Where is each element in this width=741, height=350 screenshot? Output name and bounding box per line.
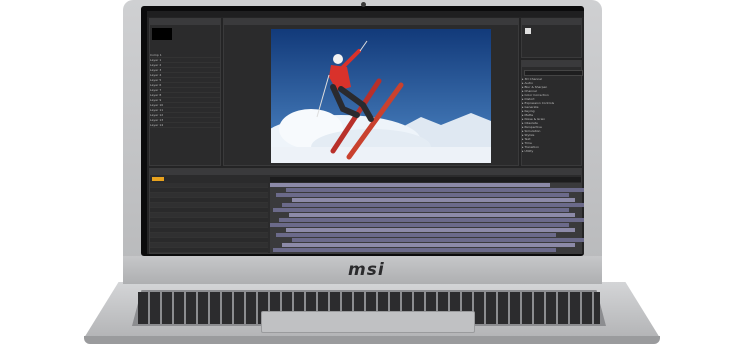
layer-track-bar[interactable] [285,228,575,232]
layer-track-bar[interactable] [276,233,557,237]
layer-track-bar[interactable] [276,193,569,197]
layer-track-bar[interactable] [270,183,550,187]
color-swatch [525,28,531,34]
project-list: Comp 1 Layer 1 Layer 2 Layer 3 Layer 4 Layer … [150,53,220,128]
webcam-icon [361,2,366,7]
effects-panel-header [522,61,581,67]
screen: Comp 1 Layer 1 Layer 2 Layer 3 Layer 4 Layer … [147,11,584,254]
effect-category[interactable]: ▸ Utility [522,149,582,153]
effects-list: ▸ 3D Channel ▸ Audio ▸ Blur & Sharpen ▸ Cha… [522,77,582,153]
layer-track-bar[interactable] [291,238,584,242]
touchpad [261,311,475,333]
info-panel [521,18,582,58]
time-ruler[interactable] [270,177,581,182]
layer-track-bar[interactable] [273,248,557,252]
layer-track-bar[interactable] [279,218,584,222]
effects-search-input[interactable] [524,70,583,76]
layer-list [150,183,268,253]
layer-row[interactable] [150,248,268,253]
layer-track-bar[interactable] [273,208,569,212]
menu-bar [147,11,584,17]
project-panel: Comp 1 Layer 1 Layer 2 Layer 3 Layer 4 Layer … [149,18,221,166]
preview-image [271,29,491,163]
effects-panel: ▸ 3D Channel ▸ Audio ▸ Blur & Sharpen ▸ Cha… [521,60,583,166]
timeline-tabs[interactable] [150,169,581,175]
track-area [270,183,584,253]
preview-frame [271,29,491,163]
viewer-tabs[interactable] [224,19,518,25]
layer-track-bar[interactable] [282,203,584,207]
brand-logo: msi [348,260,385,280]
layer-track-bar[interactable] [270,223,569,227]
layer-track-bar[interactable] [288,213,575,217]
layer-track-bar[interactable] [285,188,584,192]
timeline-panel [149,168,584,254]
layer-track-bar[interactable] [282,243,575,247]
layer-track-bar[interactable] [291,198,575,202]
project-item[interactable]: Layer 14 [150,123,220,128]
project-panel-header [150,19,220,25]
laptop-front-edge [84,336,660,344]
info-panel-header [522,19,581,25]
project-thumbnail [152,28,172,40]
timecode-display[interactable] [152,177,164,181]
